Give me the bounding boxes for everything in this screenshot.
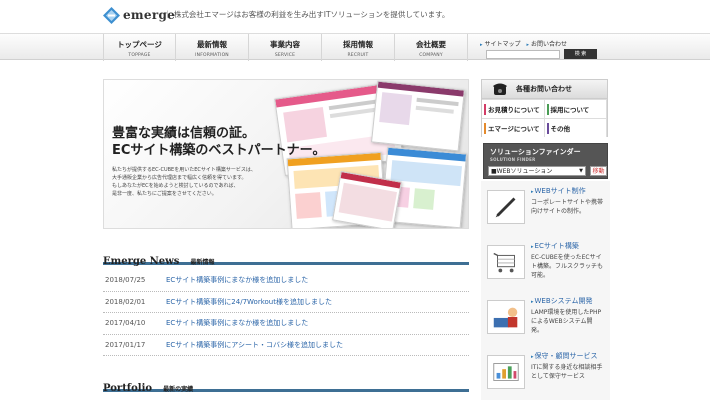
nav-label: 最新情報	[197, 40, 227, 49]
service-web-production[interactable]: WEBサイト制作 コーポレートサイトや携帯向けサイトの制作。	[483, 186, 608, 236]
hero-screenshot	[332, 170, 402, 228]
contact-about-link[interactable]: エマージについて	[482, 118, 545, 137]
news-item: 2018/07/25 ECサイト構築事例にまなか様を追加しました	[103, 270, 469, 292]
hero-title-line: 豊富な実績は信頼の証。	[112, 126, 256, 141]
portfolio-heading: Portfolio 最新の実績	[103, 376, 469, 394]
news-date: 2017/04/10	[105, 319, 146, 328]
service-title: ECサイト構築	[531, 241, 579, 251]
nav-sublabel: RECRUIT	[347, 53, 369, 58]
nav-sublabel: COMPANY	[419, 53, 443, 58]
solution-finder: ソリューションファインダー SOLUTION FINDER ■WEBソリューショ…	[483, 143, 608, 179]
service-title: 保守・顧問サービス	[531, 351, 598, 361]
finder-selected-value: ■WEBソリューション	[491, 168, 553, 175]
service-desc: LAMP環境を使用したPHPによるWEBシステム開発。	[531, 309, 602, 334]
contact-estimate-link[interactable]: お見積りについて	[482, 99, 545, 118]
contact-title: 各種お問い合わせ	[516, 85, 572, 93]
hero-desc-line: 大手通販企業から広告代理店まで幅広く信頼を得ています。	[112, 175, 247, 181]
nav-item-service[interactable]: 事業内容 SERVICE	[249, 34, 322, 61]
hero-desc-line: 是非一度、私たちにご提案をさせてください。	[112, 191, 217, 197]
contact-recruit-link[interactable]: 採用について	[544, 99, 607, 118]
hero-desc-line: 私たちが提供するEC-CUBEを用いたECサイト構築サービスは、	[112, 167, 256, 173]
service-desc: EC-CUBEを使ったECサイト構築。フルスクラッチも可能。	[531, 254, 604, 279]
hero-title-line: ECサイト構築のベストパートナー。	[112, 143, 326, 158]
news-item: 2017/04/10 ECサイト構築事例にまなか様を追加しました	[103, 313, 469, 335]
nav-item-company[interactable]: 会社概要 COMPANY	[395, 34, 468, 61]
finder-title: ソリューションファインダー	[490, 148, 581, 156]
news-date: 2018/02/01	[105, 297, 146, 306]
nav-sublabel: SERVICE	[274, 53, 296, 58]
news-date: 2017/01/17	[105, 340, 146, 349]
hero-screenshot	[371, 80, 465, 152]
hero-title: 豊富な実績は信頼の証。 ECサイト構築のベストパートナー。	[112, 125, 326, 159]
pen-icon	[487, 190, 525, 224]
nav-item-top[interactable]: トップページ TOPPAGE	[103, 34, 176, 61]
site-header: emerge ｜ 株式会社エマージはお客様の利益を生み出すITソリューションを提…	[0, 0, 710, 32]
news-heading: Emerge News 最新情報	[103, 249, 469, 267]
service-desc: ITに関する身近な相談相手として保守サービス	[531, 364, 603, 380]
news-heading-en: Emerge News	[103, 256, 180, 267]
search-input[interactable]	[486, 50, 560, 59]
nav-label: 採用情報	[343, 40, 373, 49]
news-link[interactable]: ECサイト構築事例に24/7Workout様を追加しました	[166, 297, 332, 307]
nav-item-information[interactable]: 最新情報 INFORMATION	[176, 34, 249, 61]
nav-sublabel: TOPPAGE	[128, 53, 151, 58]
service-title: WEBサイト制作	[531, 186, 586, 196]
news-date: 2018/07/25	[105, 276, 146, 285]
contact-box: 各種お問い合わせ お見積りについて 採用について エマージについて その他	[481, 79, 608, 137]
hero-description: 私たちが提供するEC-CUBEを用いたECサイト構築サービスは、 大手通販企業か…	[112, 166, 287, 198]
logo-mark-icon	[103, 6, 120, 24]
news-link[interactable]: ECサイト構築事例にまなか様を追加しました	[166, 275, 308, 285]
global-nav: トップページ TOPPAGE 最新情報 INFORMATION 事業内容 SER…	[103, 34, 468, 61]
contact-grid: お見積りについて 採用について エマージについて その他	[482, 99, 607, 137]
contact-other-link[interactable]: その他	[544, 118, 607, 137]
nav-label: トップページ	[117, 40, 162, 49]
service-web-system[interactable]: WEBシステム開発 LAMP環境を使用したPHPによるWEBシステム開発。	[483, 296, 608, 346]
dropdown-arrow-icon: ▼	[579, 168, 583, 174]
hero-desc-line: もしあなたがECを始めようと検討しているのであれば、	[112, 183, 239, 189]
service-maintenance[interactable]: 保守・顧問サービス ITに関する身近な相談相手として保守サービス	[483, 351, 608, 400]
contact-link[interactable]: お問い合わせ	[527, 39, 567, 48]
search-button[interactable]: 検 索	[564, 49, 597, 59]
hero-banner[interactable]: 豊富な実績は信頼の証。 ECサイト構築のベストパートナー。 私たちが提供するEC…	[103, 79, 469, 229]
service-ec-site[interactable]: ECサイト構築 EC-CUBEを使ったECサイト構築。フルスクラッチも可能。	[483, 241, 608, 291]
nav-label: 事業内容	[270, 40, 300, 49]
service-title: WEBシステム開発	[531, 296, 593, 306]
news-item: 2018/02/01 ECサイト構築事例に24/7Workout様を追加しました	[103, 292, 469, 313]
bar-chart-icon	[487, 355, 525, 389]
nav-label: 会社概要	[416, 40, 446, 49]
global-nav-bar: トップページ TOPPAGE 最新情報 INFORMATION 事業内容 SER…	[0, 33, 710, 61]
finder-subtitle: SOLUTION FINDER	[490, 157, 536, 162]
sitemap-link[interactable]: サイトマップ	[480, 39, 521, 48]
news-item: 2017/01/17 ECサイト構築事例にアシート・コバシ様を追加しました	[103, 335, 469, 356]
developer-icon	[487, 300, 525, 334]
news-link[interactable]: ECサイト構築事例にまなか様を追加しました	[166, 318, 308, 328]
portfolio-heading-jp: 最新の実績	[163, 386, 194, 393]
portfolio-heading-en: Portfolio	[103, 383, 153, 394]
news-link[interactable]: ECサイト構築事例にアシート・コバシ様を追加しました	[166, 340, 343, 350]
telephone-icon	[493, 83, 507, 95]
news-heading-jp: 最新情報	[190, 259, 215, 266]
finder-go-button[interactable]: 移動	[590, 166, 607, 176]
news-list: 2018/07/25 ECサイト構築事例にまなか様を追加しました 2018/02…	[103, 270, 469, 356]
shopping-cart-icon	[487, 245, 525, 279]
utility-links: サイトマップ お問い合わせ	[480, 39, 568, 48]
contact-header: 各種お問い合わせ	[482, 80, 607, 99]
finder-select[interactable]: ■WEBソリューション ▼	[488, 166, 586, 176]
nav-item-recruit[interactable]: 採用情報 RECRUIT	[322, 34, 395, 61]
service-desc: コーポレートサイトや携帯向けサイトの制作。	[531, 199, 604, 215]
nav-sublabel: INFORMATION	[195, 53, 229, 58]
tagline: ｜ 株式会社エマージはお客様の利益を生み出すITソリューションを提供しています。	[164, 10, 450, 19]
